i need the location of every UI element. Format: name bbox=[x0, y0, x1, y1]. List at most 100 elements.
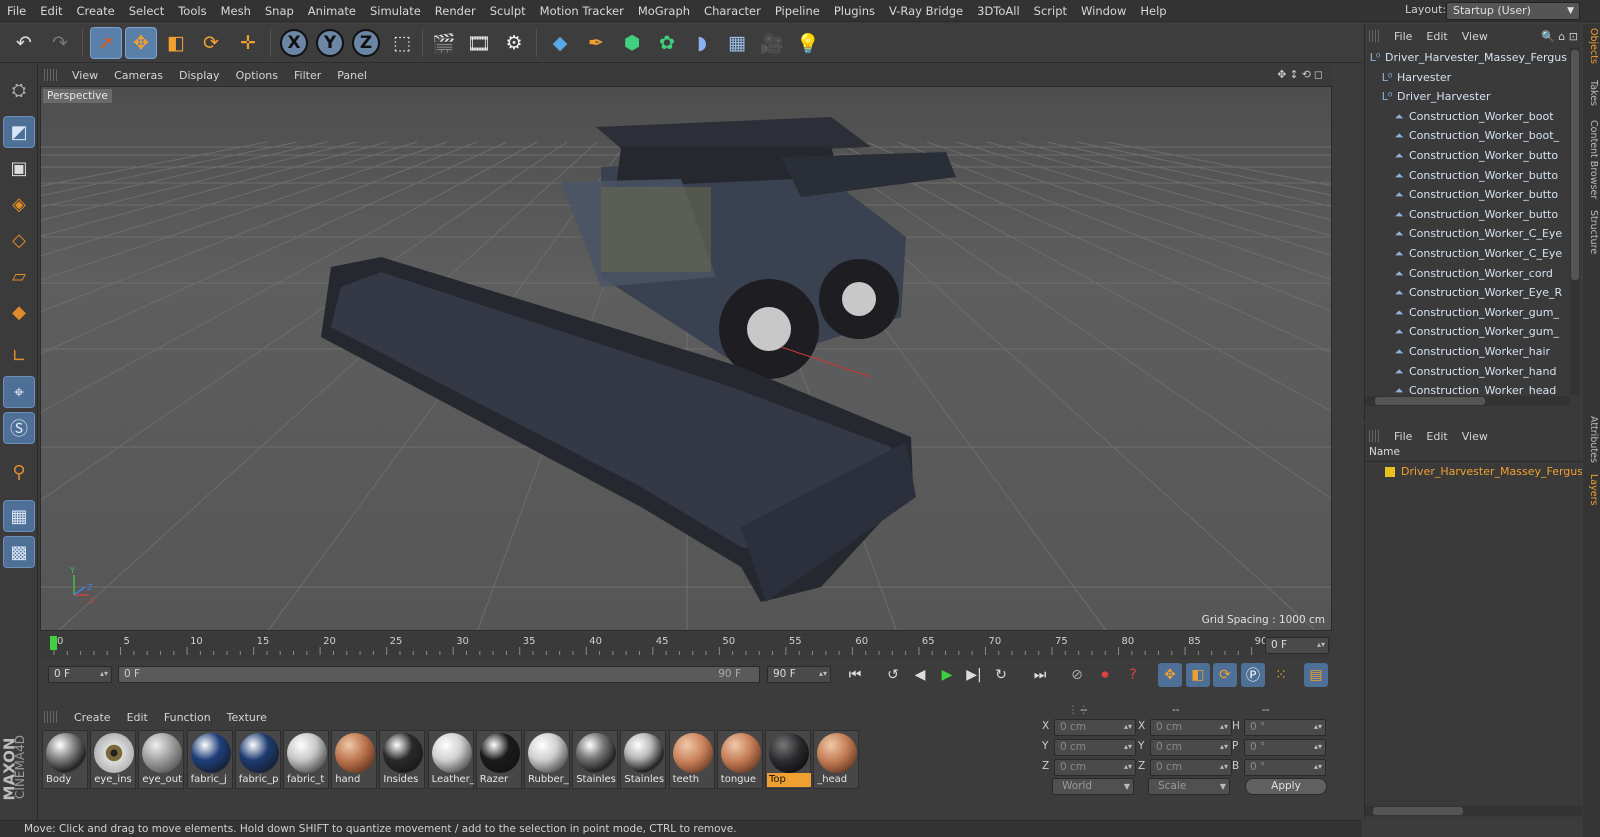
layer-menu-view[interactable]: View bbox=[1455, 430, 1495, 443]
floor-icon[interactable]: ▦ bbox=[721, 27, 753, 59]
object-tree-hscrollbar[interactable] bbox=[1365, 396, 1570, 406]
axis-y-lock-button[interactable]: Y bbox=[316, 29, 344, 57]
scrollbar-thumb[interactable] bbox=[1373, 807, 1463, 815]
render-view-icon[interactable]: 🎞 bbox=[463, 27, 495, 59]
object-tree-item[interactable]: ⏶ Construction_Worker_boot_ bbox=[1365, 126, 1570, 146]
object-tree-vscrollbar[interactable] bbox=[1570, 48, 1580, 395]
coord-value-field[interactable]: 0 cm ▴▾ bbox=[1054, 739, 1136, 756]
pen-icon[interactable]: ✒ bbox=[580, 27, 612, 59]
start-frame-field[interactable]: 0 F ▴▾ bbox=[48, 666, 112, 683]
material-swatch[interactable]: teeth bbox=[668, 730, 715, 789]
coordinate-system-icon[interactable]: ⬚ bbox=[386, 27, 418, 59]
layer-row[interactable]: Driver_Harvester_Massey_Ferguso bbox=[1365, 462, 1582, 482]
material-swatch[interactable]: _head bbox=[813, 730, 860, 789]
object-menu-view[interactable]: View bbox=[1455, 30, 1495, 43]
menu-file[interactable]: File bbox=[0, 0, 33, 22]
material-swatch[interactable]: fabric_t bbox=[283, 730, 329, 789]
object-menu-edit[interactable]: Edit bbox=[1419, 30, 1454, 43]
material-menu-edit[interactable]: Edit bbox=[119, 711, 156, 724]
viewport-menu-filter[interactable]: Filter bbox=[286, 69, 329, 82]
lock-workplane-icon[interactable]: ▦ bbox=[3, 500, 35, 532]
coord-value-field[interactable]: 0 cm ▴▾ bbox=[1054, 759, 1136, 776]
menu-edit[interactable]: Edit bbox=[33, 0, 69, 22]
coordinate-mode-dropdown[interactable]: World ▼ bbox=[1052, 778, 1134, 795]
menu-tools[interactable]: Tools bbox=[171, 0, 213, 22]
object-tree-item[interactable]: ⏶ Construction_Worker_hand bbox=[1365, 362, 1570, 382]
rotate-icon[interactable]: ⟳ bbox=[195, 27, 227, 59]
material-swatch[interactable]: fabric_p bbox=[234, 730, 281, 789]
make-editable-icon[interactable]: ⛭ bbox=[3, 74, 35, 106]
record-keys-icon[interactable]: ⊘ bbox=[1065, 663, 1089, 687]
menu-script[interactable]: Script bbox=[1027, 0, 1074, 22]
scrollbar-thumb[interactable] bbox=[1375, 397, 1485, 405]
cube-icon[interactable]: ◆ bbox=[544, 27, 576, 59]
key-parameter-icon[interactable]: Ⓟ bbox=[1241, 663, 1265, 687]
deformer-icon[interactable]: ◗ bbox=[686, 27, 718, 59]
material-swatch[interactable]: fabric_j bbox=[186, 730, 233, 789]
object-tree-item[interactable]: ⏶ Construction_Worker_head bbox=[1365, 381, 1570, 395]
viewport-menu-options[interactable]: Options bbox=[228, 69, 286, 82]
side-tab-objects[interactable]: Objects bbox=[1584, 28, 1599, 64]
material-menu-create[interactable]: Create bbox=[66, 711, 119, 724]
coord-value-field[interactable]: 0 cm ▴▾ bbox=[1150, 759, 1232, 776]
current-frame-field[interactable]: 0 F ▴▾ bbox=[1265, 637, 1329, 654]
keyframe-selection-icon[interactable]: ? bbox=[1121, 663, 1145, 687]
menu-animate[interactable]: Animate bbox=[301, 0, 363, 22]
coord-value-field[interactable]: 0 ° ▴▾ bbox=[1244, 739, 1326, 756]
menu-create[interactable]: Create bbox=[70, 0, 122, 22]
redo-icon[interactable]: ↷ bbox=[44, 27, 76, 59]
workplane-mode-icon[interactable]: ◈ bbox=[3, 188, 35, 220]
object-tree-item[interactable]: ⏶ Construction_Worker_gum_ bbox=[1365, 322, 1570, 342]
recent-tool-icon[interactable]: ✛ bbox=[232, 27, 264, 59]
material-swatch[interactable]: tongue bbox=[716, 730, 763, 789]
select-cursor-icon[interactable]: ➚ bbox=[90, 27, 122, 59]
end-frame-field[interactable]: 90 F ▴▾ bbox=[767, 666, 831, 683]
viewport-menu-view[interactable]: View bbox=[64, 69, 106, 82]
snap-icon[interactable]: ⚲ bbox=[3, 456, 35, 488]
material-menu-function[interactable]: Function bbox=[156, 711, 219, 724]
key-scale-icon[interactable]: ◧ bbox=[1186, 663, 1210, 687]
points-mode-icon[interactable]: ◇ bbox=[3, 224, 35, 256]
previous-key-icon[interactable]: ↺ bbox=[881, 663, 905, 687]
material-swatch[interactable]: Rubber_ bbox=[524, 730, 570, 789]
coord-value-field[interactable]: 0 cm ▴▾ bbox=[1054, 719, 1136, 736]
object-tree-item[interactable]: ⏶ Construction_Worker_gum_ bbox=[1365, 303, 1570, 323]
edges-mode-icon[interactable]: ▱ bbox=[3, 260, 35, 292]
axis-x-lock-button[interactable]: X bbox=[280, 29, 308, 57]
previous-frame-icon[interactable]: ◀ bbox=[908, 663, 932, 687]
material-swatch[interactable]: eye_ins bbox=[90, 730, 137, 789]
next-frame-icon[interactable]: ▶| bbox=[962, 663, 986, 687]
side-tab-layers[interactable]: Layers bbox=[1584, 474, 1599, 505]
timeline-window-icon[interactable]: ▤ bbox=[1304, 663, 1328, 687]
object-manager-tool-icons[interactable]: 🔍 ⌂ ⊡ bbox=[1541, 30, 1578, 43]
model-mode-icon[interactable]: ◩ bbox=[3, 116, 35, 148]
key-position-icon[interactable]: ✥ bbox=[1158, 663, 1182, 687]
go-to-end-icon[interactable]: ⏭ bbox=[1028, 663, 1052, 687]
coord-value-field[interactable]: 0 cm ▴▾ bbox=[1150, 739, 1232, 756]
render-region-icon[interactable]: 🎬 bbox=[428, 27, 460, 59]
object-tree-item[interactable]: L⁰ Driver_Harvester_Massey_Fergus bbox=[1365, 48, 1570, 68]
coord-value-field[interactable]: 0 ° ▴▾ bbox=[1244, 719, 1326, 736]
menu-pipeline[interactable]: Pipeline bbox=[768, 0, 827, 22]
polygons-mode-icon[interactable]: ◆ bbox=[3, 296, 35, 328]
material-swatch[interactable]: Leather_ bbox=[427, 730, 474, 789]
light-icon[interactable]: 💡 bbox=[792, 27, 824, 59]
go-to-start-icon[interactable]: ⏮ bbox=[843, 663, 867, 687]
object-tree-item[interactable]: ⏶ Construction_Worker_boot bbox=[1365, 107, 1570, 127]
material-swatch[interactable]: Razer bbox=[475, 730, 522, 789]
axis-z-lock-button[interactable]: Z bbox=[352, 29, 380, 57]
viewport-menu-display[interactable]: Display bbox=[171, 69, 228, 82]
menu-motion-tracker[interactable]: Motion Tracker bbox=[533, 0, 631, 22]
menu-help[interactable]: Help bbox=[1133, 0, 1173, 22]
camera-icon[interactable]: 🎥 bbox=[756, 27, 788, 59]
material-menu-texture[interactable]: Texture bbox=[219, 711, 275, 724]
object-tree-item[interactable]: ⏶ Construction_Worker_hair bbox=[1365, 342, 1570, 362]
timeline-playhead[interactable] bbox=[50, 636, 57, 650]
layer-color-swatch[interactable] bbox=[1385, 467, 1395, 477]
workplane-align-icon[interactable]: ▩ bbox=[3, 536, 35, 568]
object-tree-item[interactable]: ⏶ Construction_Worker_butto bbox=[1365, 185, 1570, 205]
menu-simulate[interactable]: Simulate bbox=[363, 0, 428, 22]
material-swatch[interactable]: Top bbox=[765, 730, 811, 789]
viewport-menu-cameras[interactable]: Cameras bbox=[106, 69, 171, 82]
menu-character[interactable]: Character bbox=[697, 0, 768, 22]
